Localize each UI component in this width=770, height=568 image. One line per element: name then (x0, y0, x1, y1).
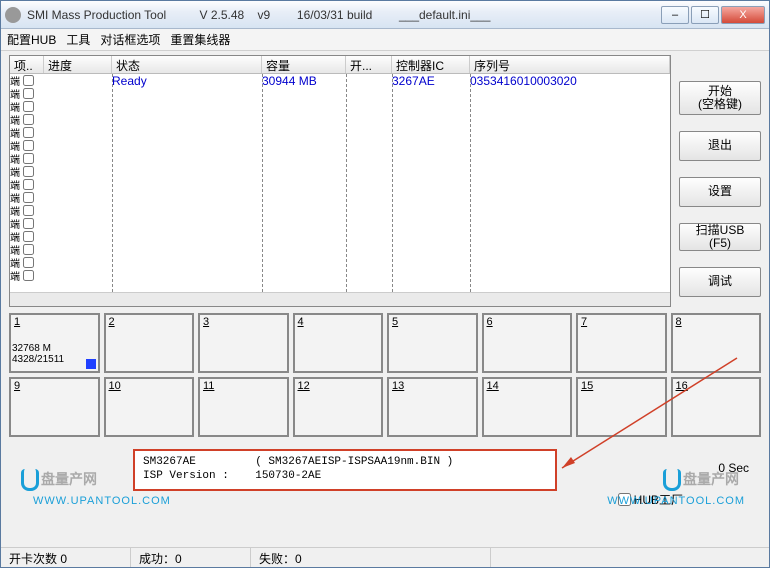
menu-dialog-options[interactable]: 对话框选项 (100, 31, 160, 48)
app-window: SMI Mass Production Tool V 2.5.48 v9 16/… (0, 0, 770, 568)
col-open[interactable]: 开... (346, 56, 392, 73)
port-checkbox[interactable] (23, 244, 34, 255)
port-checkbox[interactable] (23, 127, 34, 138)
port-checkbox[interactable] (23, 270, 34, 281)
status-fail: 失败：0 (251, 548, 491, 567)
cell-status: Ready (112, 74, 262, 88)
menu-hub[interactable]: 配置HUB (7, 31, 56, 48)
slot-12[interactable]: 12 (293, 377, 384, 437)
slot-16[interactable]: 16 (671, 377, 762, 437)
port-checkbox[interactable] (23, 192, 34, 203)
col-serial[interactable]: 序列号 (470, 56, 670, 73)
horizontal-scrollbar[interactable] (10, 292, 670, 306)
exit-button[interactable]: 退出 (679, 131, 761, 161)
slot-8[interactable]: 8 (671, 313, 762, 373)
cell-progress (44, 74, 112, 88)
port-checkbox[interactable] (23, 231, 34, 242)
port-checkbox[interactable] (23, 205, 34, 216)
menu-tools[interactable]: 工具 (66, 31, 90, 48)
slot-10[interactable]: 10 (104, 377, 195, 437)
port-checkbox[interactable] (23, 218, 34, 229)
slot-9[interactable]: 9 (9, 377, 100, 437)
col-status[interactable]: 状态 (112, 56, 262, 73)
menu-reset-hub[interactable]: 重置集线器 (170, 31, 230, 48)
watermark-url-left: WWW.UPANTOOL.COM (33, 495, 171, 507)
port-checkbox[interactable] (23, 179, 34, 190)
port-checkbox[interactable] (23, 153, 34, 164)
status-open-count: 开卡次数 0 (1, 548, 131, 567)
col-progress[interactable]: 进度 (44, 56, 112, 73)
column-headers: 项.. 进度 状态 容量 开... 控制器IC 序列号 (10, 56, 670, 74)
slot-2[interactable]: 2 (104, 313, 195, 373)
device-table: 项.. 进度 状态 容量 开... 控制器IC 序列号 端端端端端端端端端端端端… (9, 55, 671, 307)
cell-serial: 0353416010003020 (470, 74, 670, 88)
col-capacity[interactable]: 容量 (262, 56, 346, 73)
port-checkbox[interactable] (23, 166, 34, 177)
slot-5[interactable]: 5 (387, 313, 478, 373)
table-row[interactable]: Ready 30944 MB 3267AE 0353416010003020 (44, 74, 670, 88)
scan-usb-button[interactable]: 扫描USB(F5) (679, 223, 761, 251)
window-title: SMI Mass Production Tool V 2.5.48 v9 16/… (27, 8, 661, 22)
slot-4[interactable]: 4 (293, 313, 384, 373)
col-item[interactable]: 项.. (10, 56, 44, 73)
slot-3[interactable]: 3 (198, 313, 289, 373)
slot-11[interactable]: 11 (198, 377, 289, 437)
maximize-button[interactable]: ☐ (691, 6, 719, 24)
slot-15[interactable]: 15 (576, 377, 667, 437)
port-row-16[interactable]: 端 (10, 269, 44, 282)
port-checkbox[interactable] (23, 75, 34, 86)
statusbar: 开卡次数 0 成功：0 失败：0 (1, 547, 769, 567)
port-checkbox[interactable] (23, 101, 34, 112)
slot-7[interactable]: 7 (576, 313, 667, 373)
minimize-button[interactable]: – (661, 6, 689, 24)
col-controller[interactable]: 控制器IC (392, 56, 470, 73)
port-checkbox[interactable] (23, 88, 34, 99)
client-area: 项.. 进度 状态 容量 开... 控制器IC 序列号 端端端端端端端端端端端端… (1, 51, 769, 547)
table-body: 端端端端端端端端端端端端端端端端 Ready 30944 MB 3267AE 0… (10, 74, 670, 306)
cell-ic: 3267AE (392, 74, 470, 88)
progress-indicator (86, 359, 96, 369)
status-success: 成功：0 (131, 548, 251, 567)
cell-open (346, 74, 392, 88)
app-icon (5, 7, 21, 23)
slot-grid: 132768 M4328/215112345678 91011121314151… (9, 313, 761, 441)
slot-6[interactable]: 6 (482, 313, 573, 373)
timer-label: 0 Sec (718, 461, 749, 475)
menubar: 配置HUB 工具 对话框选项 重置集线器 (1, 29, 769, 51)
side-button-panel: 开始(空格键) 退出 设置 扫描USB(F5) 调试 (679, 81, 761, 297)
settings-button[interactable]: 设置 (679, 177, 761, 207)
start-button[interactable]: 开始(空格键) (679, 81, 761, 115)
cell-capacity: 30944 MB (262, 74, 346, 88)
port-checkbox[interactable] (23, 257, 34, 268)
titlebar[interactable]: SMI Mass Production Tool V 2.5.48 v9 16/… (1, 1, 769, 29)
firmware-info-box: SM3267AE ( SM3267AEISP-ISPSAA19nm.BIN ) … (133, 449, 557, 491)
close-button[interactable]: X (721, 6, 765, 24)
slot-1[interactable]: 132768 M4328/21511 (9, 313, 100, 373)
debug-button[interactable]: 调试 (679, 267, 761, 297)
slot-13[interactable]: 13 (387, 377, 478, 437)
slot-14[interactable]: 14 (482, 377, 573, 437)
watermark-url-right: WWW.UPANTOOL.COM (607, 495, 745, 507)
port-checkbox[interactable] (23, 140, 34, 151)
port-checkbox[interactable] (23, 114, 34, 125)
